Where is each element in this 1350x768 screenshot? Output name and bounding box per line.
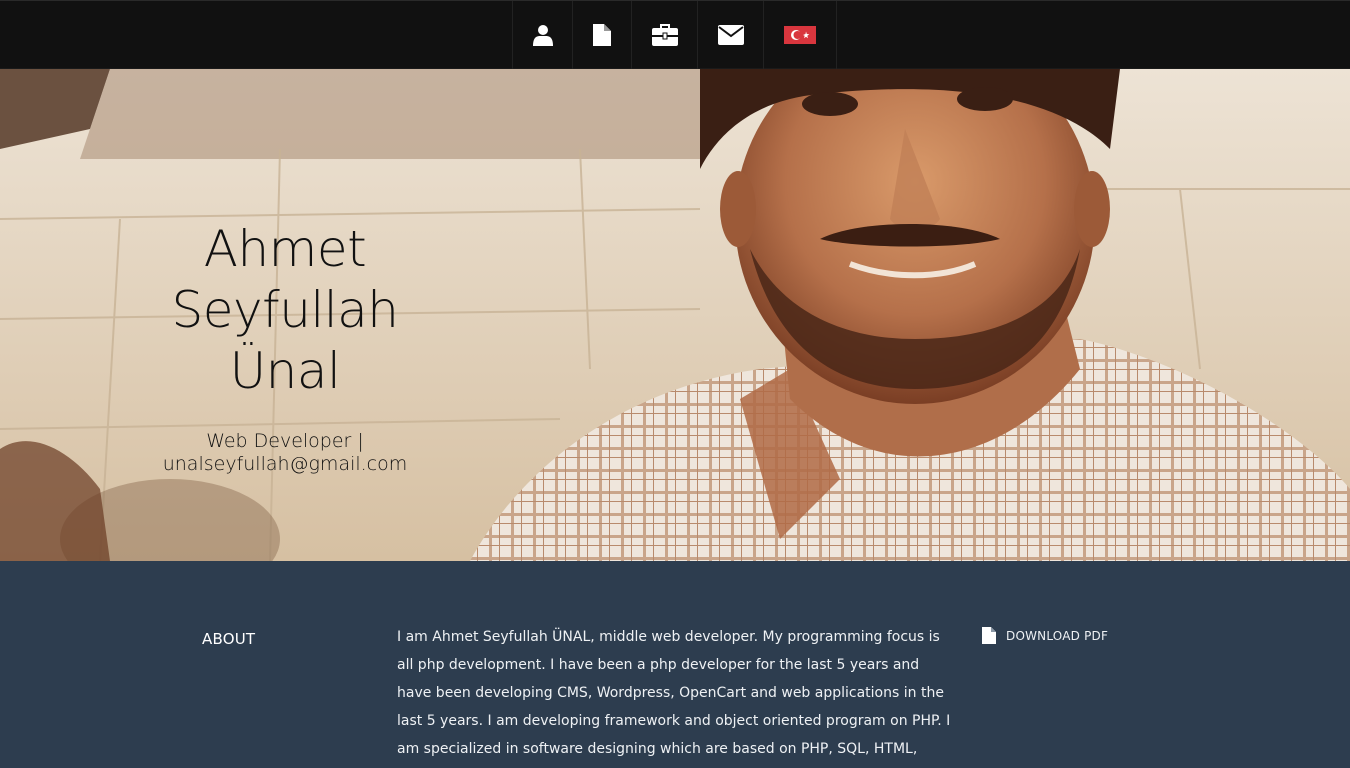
nav-item-contact[interactable] [697, 1, 763, 69]
hero-email[interactable]: unalseyfullah@gmail.com [140, 453, 430, 476]
nav-menu [512, 1, 837, 69]
about-title: ABOUT [202, 630, 256, 648]
nav-item-about[interactable] [512, 1, 572, 69]
hero-text-block: Ahmet Seyfullah Ünal Web Developer | una… [140, 219, 430, 476]
download-pdf-link[interactable]: DOWNLOAD PDF [982, 627, 1108, 644]
briefcase-icon [651, 24, 678, 46]
about-section: ABOUT I am Ahmet Seyfullah ÜNAL, middle … [0, 561, 1350, 768]
user-icon [532, 25, 553, 46]
top-navbar [0, 0, 1350, 69]
about-text: I am Ahmet Seyfullah ÜNAL, middle web de… [397, 629, 951, 757]
hero-name: Ahmet Seyfullah Ünal [140, 219, 430, 402]
hero-subtitle: Web Developer | unalseyfullah@gmail.com [140, 430, 430, 476]
hero-name-line: Seyfullah [171, 281, 400, 339]
nav-item-portfolio[interactable] [631, 1, 697, 69]
document-icon [593, 24, 611, 46]
download-pdf-label: DOWNLOAD PDF [1006, 628, 1109, 643]
document-icon [982, 627, 996, 644]
turkey-flag-icon [784, 26, 816, 44]
hero-name-line: Ünal [229, 342, 341, 400]
nav-item-resume[interactable] [572, 1, 631, 69]
envelope-icon [717, 25, 744, 45]
hero-banner: Ahmet Seyfullah Ünal Web Developer | una… [0, 69, 1350, 561]
hero-name-line: Ahmet [203, 220, 367, 278]
hero-role: Web Developer | [206, 430, 364, 452]
nav-item-language[interactable] [763, 1, 837, 69]
